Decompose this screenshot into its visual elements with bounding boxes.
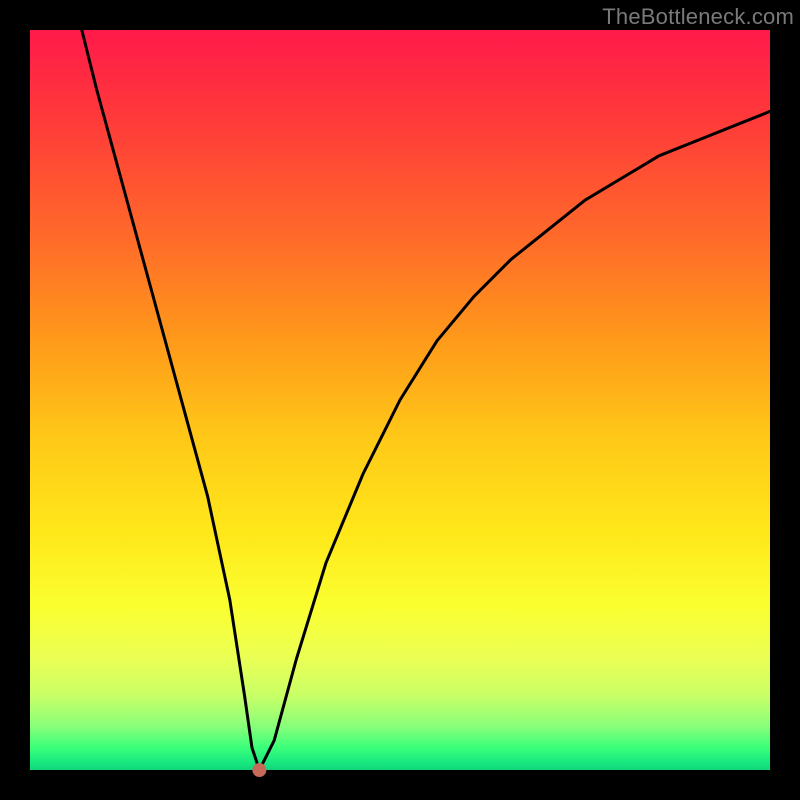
plot-area (30, 30, 770, 770)
optimum-marker (252, 763, 266, 777)
bottleneck-curve-path (82, 30, 770, 770)
curve-svg (30, 30, 770, 770)
watermark-text: TheBottleneck.com (602, 4, 794, 30)
chart-frame: TheBottleneck.com (0, 0, 800, 800)
